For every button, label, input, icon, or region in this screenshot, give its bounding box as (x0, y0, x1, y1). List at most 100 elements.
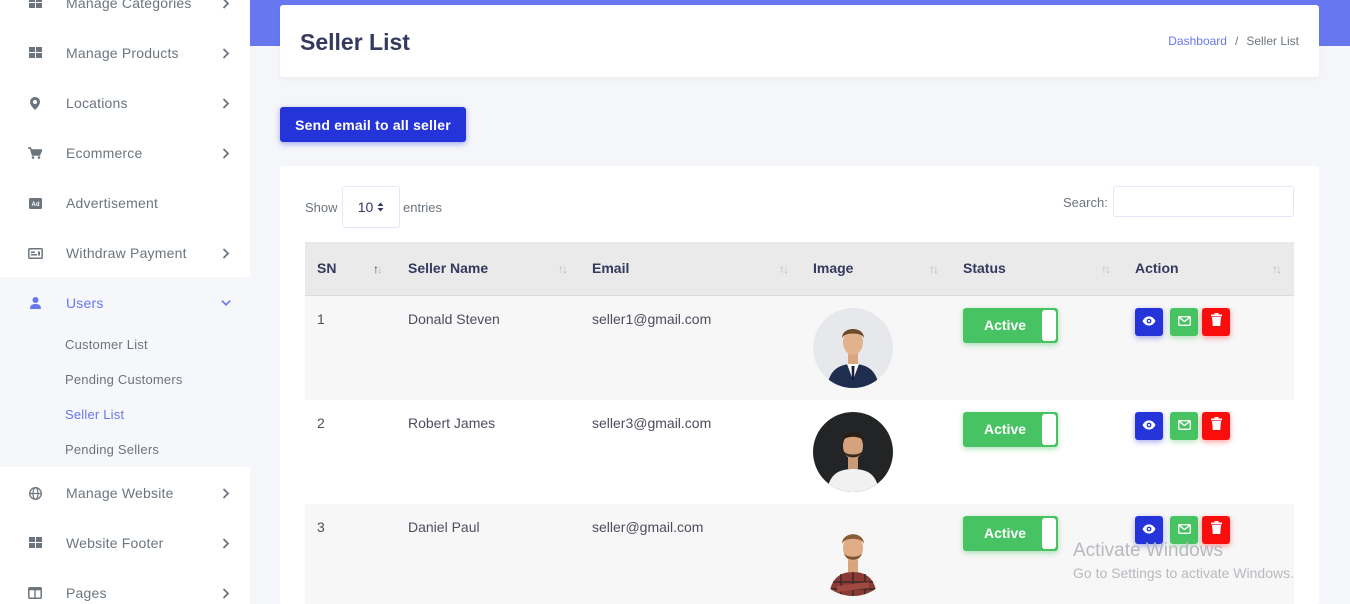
submenu-item-pending-sellers[interactable]: Pending Sellers (65, 442, 159, 457)
sort-icon[interactable]: ↑↓ (929, 262, 939, 276)
column-header-sn[interactable]: SN (317, 260, 336, 276)
view-button[interactable] (1135, 412, 1163, 440)
columns-icon (27, 585, 43, 601)
sidebar-item-users[interactable]: Users (0, 278, 250, 328)
email-button[interactable] (1170, 308, 1198, 336)
sidebar-item-withdraw-payment[interactable]: Withdraw Payment (0, 228, 250, 278)
sidebar-item-pages[interactable]: Pages (0, 568, 250, 604)
cell-email: seller@gmail.com (592, 519, 704, 535)
breadcrumb-separator: / (1234, 34, 1239, 48)
submenu-item-seller-list[interactable]: Seller List (65, 407, 124, 422)
search-input[interactable] (1113, 186, 1294, 217)
money-icon (27, 245, 43, 261)
sidebar-item-manage-products[interactable]: Manage Products (0, 28, 250, 78)
send-email-all-sellers-button[interactable]: Send email to all seller (280, 107, 466, 142)
delete-button[interactable] (1202, 308, 1230, 336)
toggle-knob (1042, 310, 1056, 341)
chevron-right-icon (221, 97, 231, 109)
toggle-knob (1042, 518, 1056, 549)
activate-windows-title: Activate Windows (1073, 540, 1223, 561)
cell-sn: 2 (317, 415, 325, 431)
cell-seller-name: Daniel Paul (408, 519, 480, 535)
sidebar-item-website-footer[interactable]: Website Footer (0, 518, 250, 568)
cell-seller-name: Robert James (408, 415, 496, 431)
chevron-right-icon (221, 537, 231, 549)
cell-sn: 3 (317, 519, 325, 535)
sidebar-item-locations[interactable]: Locations (0, 78, 250, 128)
sidebar-item-advertisement[interactable]: Ad Advertisement (0, 178, 250, 228)
column-header-email[interactable]: Email (592, 260, 629, 276)
sidebar-item-label: Manage Categories (66, 0, 192, 11)
email-button[interactable] (1170, 412, 1198, 440)
activate-windows-subtitle: Go to Settings to activate Windows. (1073, 565, 1294, 581)
section-header: Seller List Dashboard / Seller List (280, 5, 1319, 77)
sidebar-item-label: Website Footer (66, 535, 164, 551)
seller-table-card: Show 10 entries Search: SN ↑↓ Seller Nam… (280, 166, 1319, 604)
eye-icon (1142, 313, 1156, 331)
table-row: 2 Robert James seller3@gmail.com Active (305, 400, 1294, 504)
status-toggle[interactable]: Active (963, 308, 1058, 343)
chevron-right-icon (221, 47, 231, 59)
breadcrumb-link-dashboard[interactable]: Dashboard (1168, 34, 1227, 48)
trash-icon (1210, 417, 1222, 435)
entries-select[interactable]: 10 (342, 186, 400, 228)
submenu-item-pending-customers[interactable]: Pending Customers (65, 372, 183, 387)
chevron-right-icon (221, 587, 231, 599)
sidebar-item-label: Withdraw Payment (66, 245, 187, 261)
grid-icon (27, 45, 43, 61)
status-toggle[interactable]: Active (963, 516, 1058, 551)
delete-button[interactable] (1202, 412, 1230, 440)
sort-asc-icon[interactable]: ↑↓ (373, 262, 383, 276)
eye-icon (1142, 521, 1156, 539)
envelope-icon (1177, 521, 1191, 539)
view-button[interactable] (1135, 308, 1163, 336)
sidebar-item-label: Users (66, 295, 104, 311)
cell-email: seller3@gmail.com (592, 415, 712, 431)
trash-icon (1210, 521, 1222, 539)
column-header-action[interactable]: Action (1135, 260, 1179, 276)
search-label: Search: (1063, 195, 1108, 210)
eye-icon (1142, 417, 1156, 435)
grid-icon (27, 0, 43, 11)
chevron-right-icon (221, 247, 231, 259)
column-header-status[interactable]: Status (963, 260, 1006, 276)
status-label: Active (984, 421, 1027, 437)
globe-icon (27, 485, 43, 501)
column-header-image[interactable]: Image (813, 260, 853, 276)
sidebar-item-label: Ecommerce (66, 145, 143, 161)
chevron-down-icon (221, 298, 231, 308)
column-header-seller-name[interactable]: Seller Name (408, 260, 488, 276)
chevron-right-icon (221, 487, 231, 499)
cart-icon (27, 145, 43, 161)
envelope-icon (1177, 417, 1191, 435)
map-pin-icon (27, 95, 43, 111)
entries-label: entries (403, 200, 443, 215)
table-header: SN ↑↓ Seller Name ↑↓ Email ↑↓ Image ↑↓ S… (305, 242, 1294, 296)
sidebar-item-label: Locations (66, 95, 128, 111)
status-toggle[interactable]: Active (963, 412, 1058, 447)
sort-icon[interactable]: ↑↓ (1101, 262, 1111, 276)
trash-icon (1210, 313, 1222, 331)
breadcrumb: Dashboard / Seller List (1168, 34, 1299, 48)
cell-email: seller1@gmail.com (592, 311, 712, 327)
sort-icon[interactable]: ↑↓ (1272, 262, 1282, 276)
status-label: Active (984, 525, 1027, 541)
submenu-item-customer-list[interactable]: Customer List (65, 337, 148, 352)
user-icon (27, 295, 43, 311)
svg-text:Ad: Ad (31, 202, 39, 208)
sidebar-item-label: Advertisement (66, 195, 159, 211)
sort-icon[interactable]: ↑↓ (558, 262, 568, 276)
seller-avatar (813, 308, 893, 388)
sidebar-item-manage-website[interactable]: Manage Website (0, 468, 250, 518)
toggle-knob (1042, 414, 1056, 445)
breadcrumb-current: Seller List (1246, 34, 1299, 48)
sidebar-item-manage-categories[interactable]: Manage Categories (0, 0, 250, 28)
sidebar-item-label: Pages (66, 585, 107, 601)
sidebar-item-label: Manage Website (66, 485, 174, 501)
entries-select-value: 10 (357, 199, 374, 215)
sidebar-item-label: Manage Products (66, 45, 179, 61)
sidebar-item-ecommerce[interactable]: Ecommerce (0, 128, 250, 178)
sort-icon[interactable]: ↑↓ (779, 262, 789, 276)
seller-avatar (813, 412, 893, 492)
ad-icon: Ad (27, 195, 43, 211)
